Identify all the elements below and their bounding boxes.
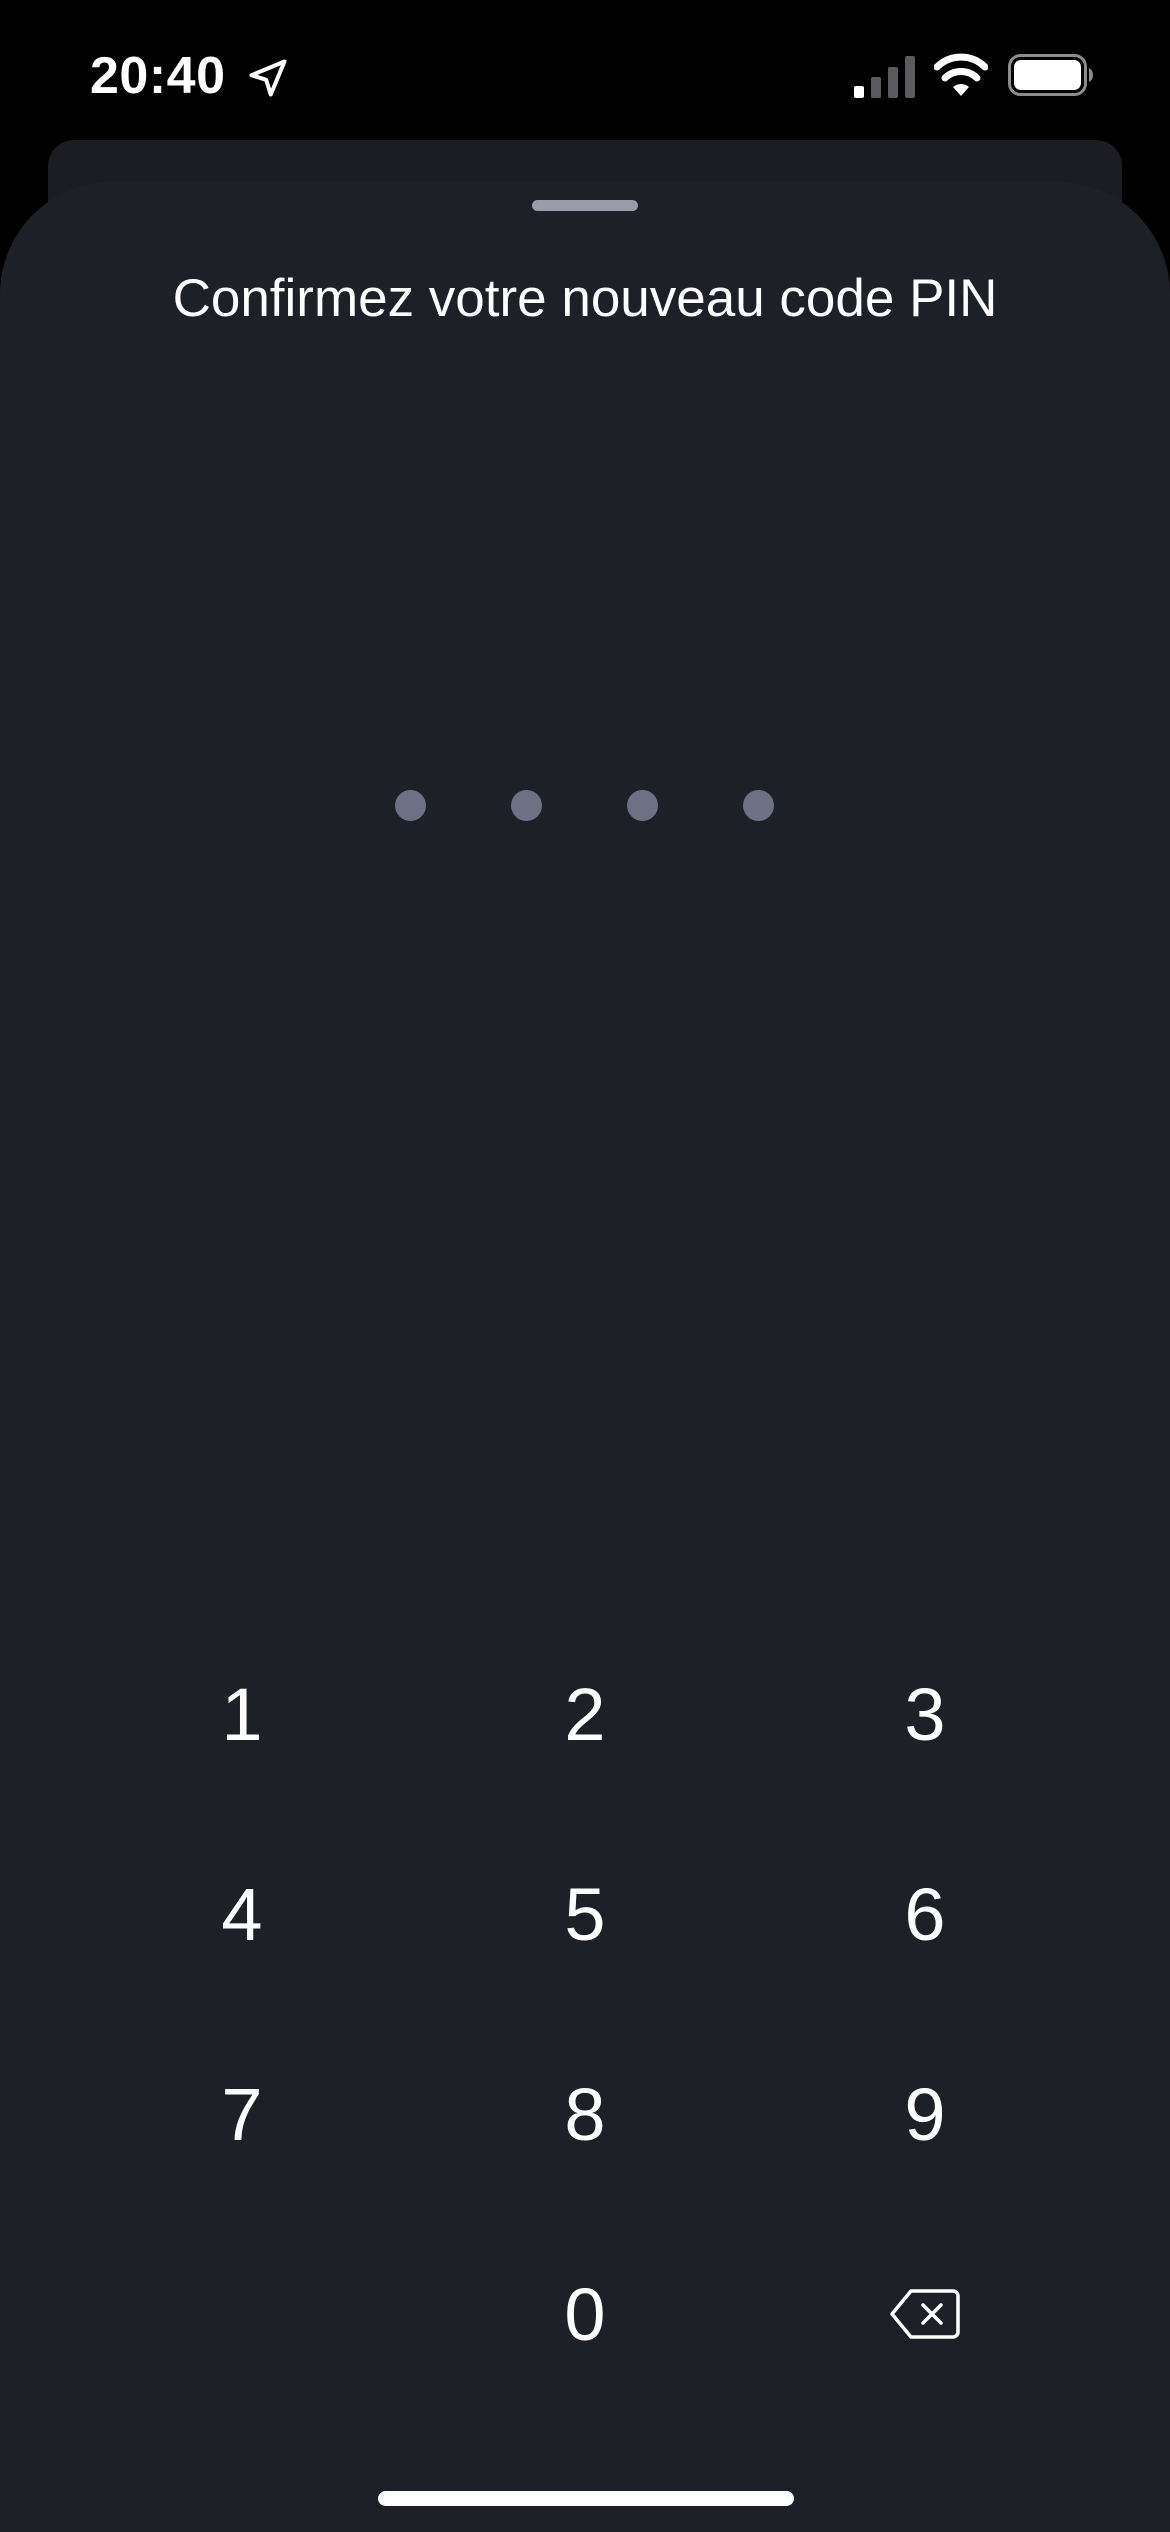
wifi-icon bbox=[934, 53, 988, 96]
key-7[interactable]: 7 bbox=[112, 2034, 372, 2194]
home-indicator[interactable] bbox=[378, 2491, 794, 2506]
key-4[interactable]: 4 bbox=[112, 1834, 372, 1994]
status-time: 20:40 bbox=[90, 47, 226, 105]
backspace-button[interactable] bbox=[795, 2234, 1055, 2394]
location-arrow-icon bbox=[249, 59, 287, 97]
pin-dot bbox=[627, 790, 658, 821]
status-bar: 20:40 bbox=[0, 0, 1170, 140]
key-6[interactable]: 6 bbox=[795, 1834, 1055, 1994]
key-5[interactable]: 5 bbox=[455, 1834, 715, 1994]
key-2[interactable]: 2 bbox=[455, 1634, 715, 1794]
key-8[interactable]: 8 bbox=[455, 2034, 715, 2194]
key-0[interactable]: 0 bbox=[455, 2234, 715, 2394]
pin-dot bbox=[395, 790, 426, 821]
sheet-grabber[interactable] bbox=[532, 200, 638, 211]
pin-indicator bbox=[0, 790, 1170, 822]
key-1[interactable]: 1 bbox=[112, 1634, 372, 1794]
cellular-signal-icon bbox=[854, 56, 915, 98]
pin-dot bbox=[511, 790, 542, 821]
page-title: Confirmez votre nouveau code PIN bbox=[172, 269, 998, 328]
key-3[interactable]: 3 bbox=[795, 1634, 1055, 1794]
pin-dot bbox=[743, 790, 774, 821]
backspace-icon bbox=[890, 2289, 960, 2339]
key-9[interactable]: 9 bbox=[795, 2034, 1055, 2194]
battery-icon bbox=[1008, 54, 1093, 96]
